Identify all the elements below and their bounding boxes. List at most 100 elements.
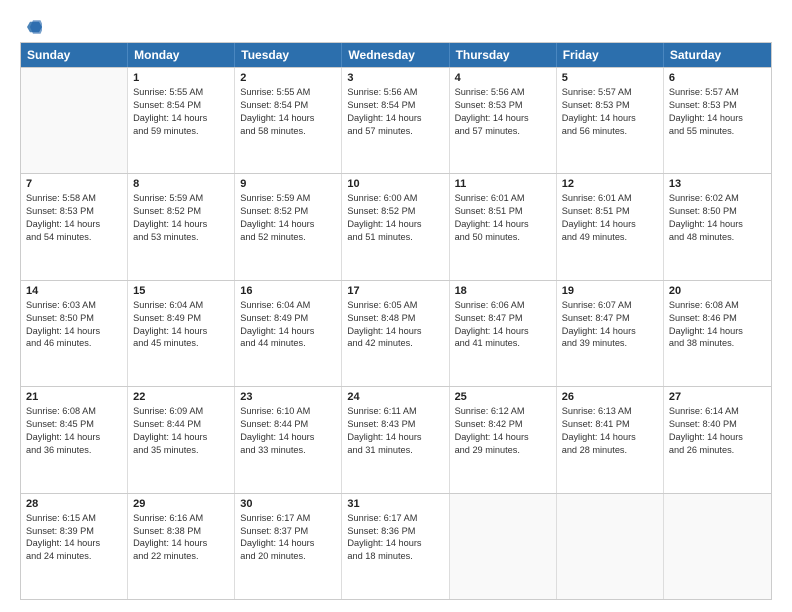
day-number: 4 [455,72,551,84]
calendar-cell: 2Sunrise: 5:55 AMSunset: 8:54 PMDaylight… [235,68,342,173]
calendar-cell: 19Sunrise: 6:07 AMSunset: 8:47 PMDayligh… [557,281,664,386]
sunrise-text: Sunrise: 5:57 AM [669,86,766,99]
sunrise-text: Sunrise: 5:57 AM [562,86,658,99]
sunrise-text: Sunrise: 5:59 AM [240,192,336,205]
day-number: 2 [240,72,336,84]
sunset-text: Sunset: 8:53 PM [455,99,551,112]
sunrise-text: Sunrise: 6:09 AM [133,405,229,418]
calendar-cell: 8Sunrise: 5:59 AMSunset: 8:52 PMDaylight… [128,174,235,279]
header-day-tuesday: Tuesday [235,43,342,67]
sunrise-text: Sunrise: 5:56 AM [455,86,551,99]
daylight-text: Daylight: 14 hours [26,325,122,338]
calendar-cell: 4Sunrise: 5:56 AMSunset: 8:53 PMDaylight… [450,68,557,173]
daylight-text: Daylight: 14 hours [347,431,443,444]
calendar-cell: 31Sunrise: 6:17 AMSunset: 8:36 PMDayligh… [342,494,449,599]
calendar-cell: 12Sunrise: 6:01 AMSunset: 8:51 PMDayligh… [557,174,664,279]
day-number: 30 [240,498,336,510]
daylight-text-cont: and 41 minutes. [455,337,551,350]
daylight-text: Daylight: 14 hours [347,218,443,231]
logo [20,18,42,32]
daylight-text: Daylight: 14 hours [133,431,229,444]
sunset-text: Sunset: 8:48 PM [347,312,443,325]
daylight-text-cont: and 55 minutes. [669,125,766,138]
sunrise-text: Sunrise: 6:01 AM [562,192,658,205]
calendar-cell: 11Sunrise: 6:01 AMSunset: 8:51 PMDayligh… [450,174,557,279]
sunrise-text: Sunrise: 6:03 AM [26,299,122,312]
sunrise-text: Sunrise: 6:04 AM [240,299,336,312]
daylight-text: Daylight: 14 hours [455,218,551,231]
day-number: 6 [669,72,766,84]
sunset-text: Sunset: 8:50 PM [669,205,766,218]
day-number: 13 [669,178,766,190]
day-number: 3 [347,72,443,84]
daylight-text: Daylight: 14 hours [26,218,122,231]
sunset-text: Sunset: 8:52 PM [133,205,229,218]
daylight-text-cont: and 53 minutes. [133,231,229,244]
daylight-text: Daylight: 14 hours [240,537,336,550]
day-number: 22 [133,391,229,403]
day-number: 25 [455,391,551,403]
sunset-text: Sunset: 8:52 PM [240,205,336,218]
sunset-text: Sunset: 8:52 PM [347,205,443,218]
sunrise-text: Sunrise: 6:13 AM [562,405,658,418]
calendar-cell: 9Sunrise: 5:59 AMSunset: 8:52 PMDaylight… [235,174,342,279]
daylight-text: Daylight: 14 hours [347,112,443,125]
sunset-text: Sunset: 8:53 PM [26,205,122,218]
header-day-monday: Monday [128,43,235,67]
daylight-text-cont: and 35 minutes. [133,444,229,457]
sunset-text: Sunset: 8:37 PM [240,525,336,538]
daylight-text: Daylight: 14 hours [240,431,336,444]
sunrise-text: Sunrise: 6:02 AM [669,192,766,205]
calendar-cell: 29Sunrise: 6:16 AMSunset: 8:38 PMDayligh… [128,494,235,599]
day-number: 11 [455,178,551,190]
sunrise-text: Sunrise: 6:17 AM [347,512,443,525]
daylight-text-cont: and 59 minutes. [133,125,229,138]
daylight-text-cont: and 36 minutes. [26,444,122,457]
calendar-cell: 1Sunrise: 5:55 AMSunset: 8:54 PMDaylight… [128,68,235,173]
day-number: 19 [562,285,658,297]
daylight-text: Daylight: 14 hours [133,325,229,338]
day-number: 21 [26,391,122,403]
sunrise-text: Sunrise: 6:05 AM [347,299,443,312]
sunset-text: Sunset: 8:39 PM [26,525,122,538]
sunset-text: Sunset: 8:53 PM [669,99,766,112]
sunrise-text: Sunrise: 6:17 AM [240,512,336,525]
day-number: 14 [26,285,122,297]
sunrise-text: Sunrise: 6:00 AM [347,192,443,205]
daylight-text: Daylight: 14 hours [669,218,766,231]
daylight-text: Daylight: 14 hours [669,112,766,125]
sunset-text: Sunset: 8:38 PM [133,525,229,538]
daylight-text: Daylight: 14 hours [133,537,229,550]
sunset-text: Sunset: 8:43 PM [347,418,443,431]
daylight-text: Daylight: 14 hours [562,112,658,125]
calendar-row-4: 21Sunrise: 6:08 AMSunset: 8:45 PMDayligh… [21,386,771,492]
calendar-cell: 27Sunrise: 6:14 AMSunset: 8:40 PMDayligh… [664,387,771,492]
day-number: 29 [133,498,229,510]
sunrise-text: Sunrise: 6:06 AM [455,299,551,312]
day-number: 17 [347,285,443,297]
daylight-text-cont: and 22 minutes. [133,550,229,563]
calendar-row-5: 28Sunrise: 6:15 AMSunset: 8:39 PMDayligh… [21,493,771,599]
daylight-text: Daylight: 14 hours [347,537,443,550]
daylight-text-cont: and 50 minutes. [455,231,551,244]
sunset-text: Sunset: 8:47 PM [562,312,658,325]
header-day-saturday: Saturday [664,43,771,67]
day-number: 9 [240,178,336,190]
sunset-text: Sunset: 8:50 PM [26,312,122,325]
sunset-text: Sunset: 8:49 PM [133,312,229,325]
day-number: 8 [133,178,229,190]
logo-icon [24,18,42,36]
day-number: 27 [669,391,766,403]
calendar-cell: 30 Sunrise: 6:17 AMSunset: 8:37 PMDayligh… [235,494,342,599]
calendar-cell: 23Sunrise: 6:10 AMSunset: 8:44 PMDayligh… [235,387,342,492]
sunset-text: Sunset: 8:53 PM [562,99,658,112]
day-number: 23 [240,391,336,403]
calendar-cell: 5Sunrise: 5:57 AMSunset: 8:53 PMDaylight… [557,68,664,173]
header [20,18,772,32]
calendar-cell: 7Sunrise: 5:58 AMSunset: 8:53 PMDaylight… [21,174,128,279]
calendar-cell: 14 Sunrise: 6:03 AMSunset: 8:50 PMDayligh… [21,281,128,386]
calendar-cell: 16Sunrise: 6:04 AMSunset: 8:49 PMDayligh… [235,281,342,386]
daylight-text-cont: and 26 minutes. [669,444,766,457]
calendar-cell: 24Sunrise: 6:11 AMSunset: 8:43 PMDayligh… [342,387,449,492]
daylight-text-cont: and 57 minutes. [347,125,443,138]
